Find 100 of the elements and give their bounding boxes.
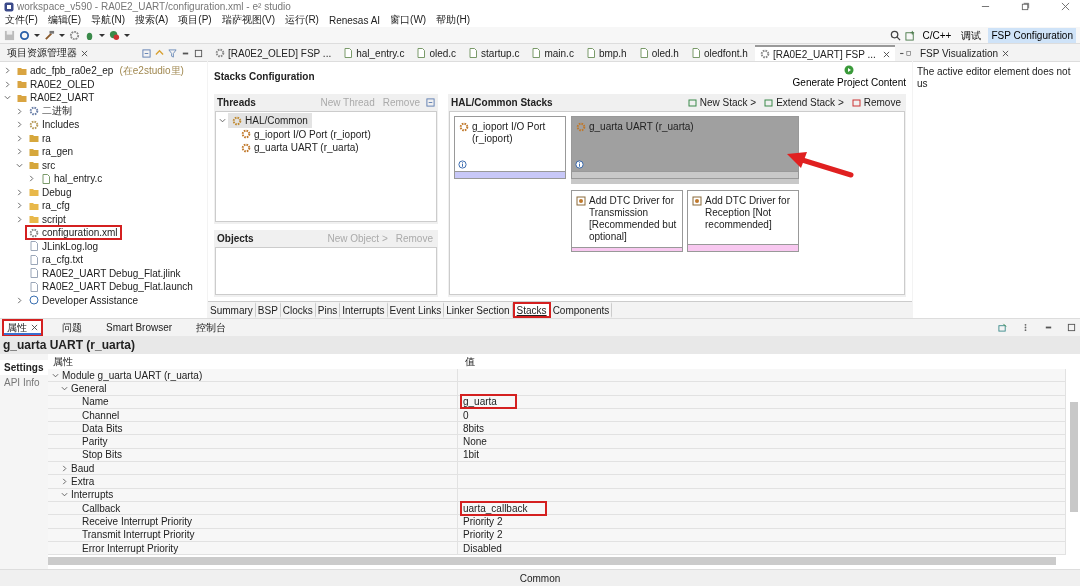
editor-tab[interactable]: oledfont.h [685,45,753,61]
view-tab[interactable]: 控制台 [191,318,232,337]
view-tab[interactable]: 属性 [2,318,43,337]
close-icon[interactable] [882,50,890,58]
perspective-button[interactable]: 调试 [958,27,985,43]
expander-icon[interactable] [16,202,23,210]
editor-tab[interactable]: main.c [526,45,579,61]
expander-icon[interactable] [16,296,23,304]
maximize-icon[interactable] [194,48,203,58]
pin-icon[interactable] [998,323,1007,332]
tree-item[interactable]: JLinkLog.log [25,238,103,254]
menu-item[interactable]: 帮助(H) [436,13,471,27]
expander-icon[interactable] [16,134,23,142]
menu-item[interactable]: 瑞萨视图(V) [221,13,276,27]
expander-icon[interactable] [16,161,23,169]
page-tab[interactable]: Stacks [512,302,551,318]
menu-item[interactable]: 文件(F) [5,13,38,27]
editor-tab[interactable]: hal_entry.c [338,45,410,61]
tree-item[interactable]: RA0E2_OLED [13,76,99,92]
property-value[interactable]: 0 [460,407,472,423]
property-value[interactable]: 1bit [460,447,483,463]
perspective-button[interactable]: C/C++ [919,27,955,43]
expander-icon[interactable] [16,188,23,196]
expander-icon[interactable] [16,121,23,129]
tree-item[interactable]: hal_entry.c [37,171,107,187]
property-value[interactable]: None [460,434,490,450]
property-value[interactable]: uarta_callback [460,500,548,516]
horizontal-scrollbar[interactable] [48,557,1056,566]
tree-item[interactable]: ra [25,130,55,146]
expander-icon[interactable] [16,215,23,223]
tree-item[interactable]: ra_gen [25,144,78,160]
search-icon[interactable] [889,29,901,41]
property-value[interactable]: Priority 2 [460,527,506,543]
tree-item[interactable]: RA0E2_UART Debug_Flat.jlink [25,265,185,281]
tree-item[interactable]: g_ioport I/O Port (r_ioport) [237,126,375,142]
expander-icon[interactable] [4,94,11,102]
property-value[interactable]: 8bits [460,420,488,436]
editor-tab[interactable]: oled.c [411,45,462,61]
tree-item[interactable]: Developer Assistance [25,292,143,308]
run-icon[interactable] [109,29,120,41]
expander-icon[interactable] [4,67,11,75]
close-icon[interactable] [1002,49,1009,57]
info-icon[interactable] [458,160,467,169]
expander-icon[interactable] [4,80,11,88]
editor-tab[interactable]: [RA0E2_UART] FSP ... [754,45,895,61]
menu-item[interactable]: 搜索(A) [135,13,169,27]
stack-module[interactable]: Add DTC Driver for Transmission [Recommended but optional] [571,190,683,252]
side-tab[interactable]: API Info [0,375,48,390]
view-tab[interactable]: Smart Browser [101,320,178,335]
expander-icon[interactable] [61,464,68,472]
editor-tab[interactable]: startup.c [463,45,525,61]
tree-item[interactable]: RA0E2_UART Debug_Flat.launch [25,279,197,295]
editor-tab[interactable]: oled.h [633,45,684,61]
expander-icon[interactable] [61,478,68,485]
menu-item[interactable]: 编辑(E) [47,13,82,27]
tree-item[interactable]: ra_cfg.txt [25,252,88,268]
tree-item[interactable]: configuration.xml [25,225,122,241]
property-value[interactable]: Disabled [460,540,505,556]
caret-icon[interactable] [124,32,130,38]
maximize-icon[interactable] [1067,323,1076,332]
side-tab[interactable]: Settings [0,360,48,375]
expander-icon[interactable] [52,371,59,379]
restore-icon[interactable] [1021,2,1030,11]
generate-button[interactable]: Generate Project Content [792,64,906,88]
menu-item[interactable]: 窗口(W) [390,13,427,27]
link-icon[interactable] [155,48,164,58]
tree-item[interactable]: HAL/Common [228,113,312,129]
close-icon[interactable] [31,324,38,331]
expander-icon[interactable] [28,175,35,183]
caret-icon[interactable] [59,32,65,38]
toolbar-action[interactable]: Remove [849,97,903,108]
vertical-scrollbar[interactable] [1070,402,1078,512]
close-icon[interactable] [81,49,88,57]
tree-item[interactable]: g_uarta UART (r_uarta) [237,140,363,156]
stack-module[interactable]: Add DTC Driver for Reception [Not recommended] [687,190,799,252]
menu-item[interactable]: 导航(N) [91,13,125,27]
toolbar-action[interactable]: Extend Stack > [762,97,846,108]
toolbar-action[interactable]: New Stack > [685,97,759,108]
property-value[interactable]: g_uarta [460,394,517,410]
menu-item[interactable]: 项目(P) [178,13,212,27]
expander-icon[interactable] [61,384,68,392]
close-icon[interactable] [1061,2,1070,11]
expander-icon[interactable] [219,117,226,125]
caret-icon[interactable] [99,32,105,38]
tree-item[interactable]: Debug [25,184,76,200]
tree-item[interactable]: ra_cfg [25,198,74,214]
collapse-icon[interactable] [426,98,435,107]
expander-icon[interactable] [16,148,23,156]
menu-item[interactable]: Renesas AI [328,14,381,26]
tree-item[interactable]: src [25,157,60,173]
tree-item[interactable]: adc_fpb_ra0e2_ep [13,63,118,79]
caret-icon[interactable] [34,32,40,38]
collapse-icon[interactable] [142,48,151,58]
menu-item[interactable]: 运行(R) [285,13,319,27]
info-icon[interactable] [575,160,584,169]
tree-item[interactable]: script [25,211,70,227]
editor-tab[interactable]: bmp.h [580,45,632,61]
editor-tab[interactable]: [RA0E2_OLED] FSP ... [210,45,337,61]
expander-icon[interactable] [16,107,23,115]
open-perspective-icon[interactable] [904,29,916,41]
